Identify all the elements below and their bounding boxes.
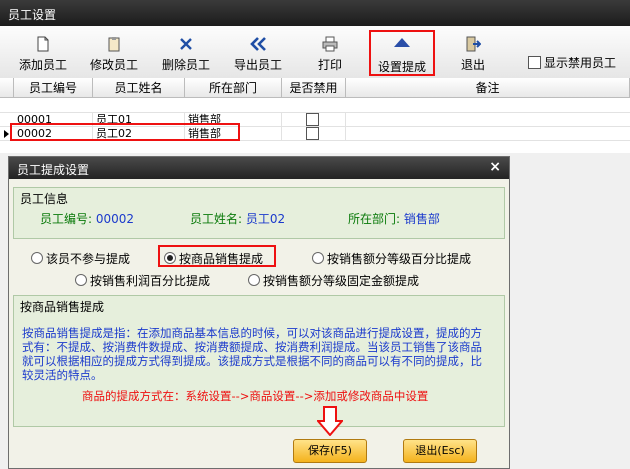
dept-value: 销售部 [403, 212, 440, 226]
header-emp-id[interactable]: 员工编号 [14, 78, 93, 98]
close-icon[interactable]: × [489, 159, 501, 175]
add-employee-button[interactable]: 添加员工 [14, 34, 72, 72]
export-employee-button[interactable]: 导出员工 [229, 34, 287, 72]
printer-icon [322, 36, 338, 52]
emp-id-value: 00002 [95, 212, 135, 226]
exit-button[interactable]: 退出 [452, 34, 494, 72]
exit-door-icon [466, 36, 481, 52]
emp-name-value: 员工02 [245, 212, 286, 226]
radio-by-sales-tier-percent[interactable]: 按销售额分等级百分比提成 [312, 250, 471, 267]
radio-button[interactable] [31, 252, 43, 264]
row-indicator-header [0, 78, 14, 98]
radio-button[interactable] [312, 252, 324, 264]
dialog-title: 员工提成设置 [17, 163, 90, 177]
employee-info-group: 员工信息 员工编号: 00002 员工姓名: 员工02 所在部门: 销售部 [13, 187, 505, 239]
save-button[interactable]: 保存(F5) [293, 439, 367, 463]
detail-group-title: 按商品销售提成 [20, 300, 105, 314]
show-disabled-checkbox[interactable] [528, 56, 541, 69]
path-note-text: 商品的提成方式在：系统设置-->商品设置-->添加或修改商品中设置 [82, 389, 429, 403]
dialog-titlebar: 员工提成设置 [9, 157, 509, 179]
emp-id-label: 员工编号: [40, 212, 93, 226]
new-document-icon [37, 36, 49, 52]
double-chevron-left-icon [250, 37, 266, 51]
window-title: 员工设置 [8, 8, 57, 22]
print-button[interactable]: 打印 [306, 34, 354, 72]
cell-disabled [282, 127, 346, 141]
header-disabled[interactable]: 是否禁用 [282, 78, 346, 98]
radio-by-profit-percent[interactable]: 按销售利润百分比提成 [75, 272, 210, 289]
header-dept[interactable]: 所在部门 [185, 78, 282, 98]
disabled-checkbox[interactable] [305, 127, 319, 140]
edit-employee-button[interactable]: 修改员工 [85, 34, 143, 72]
current-row-pointer-icon [4, 130, 9, 138]
description-text: 按商品销售提成是指：在添加商品基本信息的时候，可以对该商品进行提成设置，提成的方… [22, 326, 482, 382]
employee-grid: 员工编号 员工姓名 所在部门 是否禁用 备注 00001 员工01 销售部 00… [0, 78, 630, 153]
radio-button[interactable] [248, 274, 260, 286]
down-arrow-annotation-icon [317, 406, 343, 436]
radio-button[interactable] [75, 274, 87, 286]
radio-no-commission[interactable]: 该员不参与提成 [31, 250, 130, 267]
disabled-checkbox[interactable] [305, 113, 319, 126]
header-emp-name[interactable]: 员工姓名 [93, 78, 185, 98]
header-remark[interactable]: 备注 [346, 78, 630, 98]
radio-by-product[interactable]: 按商品销售提成 [158, 245, 276, 267]
dept-label: 所在部门: [348, 212, 401, 226]
set-commission-button[interactable]: 设置提成 [369, 30, 435, 76]
detail-group: 按商品销售提成 按商品销售提成是指：在添加商品基本信息的时候，可以对该商品进行提… [13, 295, 505, 427]
emp-name-label: 员工姓名: [190, 212, 243, 226]
commission-dialog: 员工提成设置 × 员工信息 员工编号: 00002 员工姓名: 员工02 所在部… [8, 156, 510, 469]
show-disabled-toggle[interactable]: 显示禁用员工 [528, 54, 616, 71]
info-group-title: 员工信息 [20, 192, 69, 206]
toolbar: 添加员工 修改员工 删除员工 导出员工 打印 设置提成 退出 显示禁用员工 [0, 26, 630, 79]
radio-button[interactable] [164, 252, 176, 264]
radio-by-sales-tier-fixed[interactable]: 按销售额分等级固定金额提成 [248, 272, 419, 289]
delete-employee-button[interactable]: 删除员工 [157, 34, 215, 72]
window-titlebar: 员工设置 [0, 0, 630, 26]
exit-dialog-button[interactable]: 退出(Esc) [403, 439, 477, 463]
triangle-up-icon [371, 38, 433, 54]
cell-disabled [282, 113, 346, 127]
clipboard-icon [108, 37, 120, 52]
delete-x-icon [180, 38, 192, 50]
selected-row-highlight [10, 123, 240, 141]
